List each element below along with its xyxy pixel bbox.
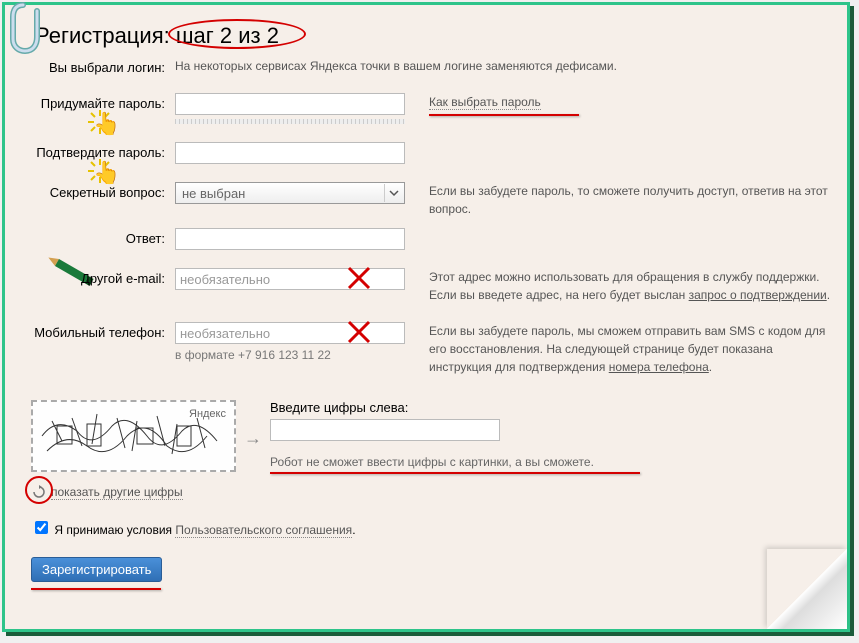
highlight-underline — [429, 114, 579, 116]
arrow-right-icon: → — [244, 428, 262, 449]
secret-note: Если вы забудете пароль, то сможете полу… — [413, 182, 835, 218]
highlight-underline — [31, 588, 161, 590]
answer-input[interactable] — [175, 228, 405, 250]
tos-checkbox[interactable] — [35, 521, 48, 534]
phone-label: Мобильный телефон: — [17, 322, 175, 340]
page-curl-decoration — [767, 549, 847, 629]
secret-label: Секретный вопрос: — [17, 182, 175, 200]
secret-question-select[interactable]: не выбран — [175, 182, 405, 204]
email-input[interactable] — [175, 268, 405, 290]
refresh-icon — [31, 484, 47, 500]
email-label: Другой e-mail: — [17, 268, 175, 286]
email-note: Этот адрес можно использовать для обраще… — [413, 268, 835, 304]
login-note: На некоторых сервисах Яндекса точки в ва… — [175, 57, 835, 75]
captcha-input[interactable] — [270, 419, 500, 441]
password-label: Придумайте пароль: — [17, 93, 175, 111]
confirm-label: Подтвердите пароль: — [17, 142, 175, 160]
captcha-title: Введите цифры слева: — [270, 400, 835, 415]
chevron-down-icon — [384, 184, 402, 202]
phone-confirm-link[interactable]: номера телефона — [609, 360, 709, 374]
page-title: Регистрация: шаг 2 из 2 — [35, 23, 847, 49]
email-confirm-link[interactable]: запрос о подтверждении — [689, 288, 827, 302]
phone-hint: в формате +7 916 123 11 22 — [175, 348, 413, 362]
password-strength-meter — [175, 119, 405, 124]
confirm-input[interactable] — [175, 142, 405, 164]
submit-button[interactable]: Зарегистрировать — [31, 557, 162, 582]
paperclip-icon — [3, 0, 47, 58]
click-burst-icon — [85, 107, 115, 137]
captcha-hint: Робот не сможет ввести цифры с картинки,… — [270, 455, 835, 469]
login-label: Вы выбрали логин: — [17, 57, 175, 75]
answer-label: Ответ: — [17, 228, 175, 246]
password-tip-link[interactable]: Как выбрать пароль — [429, 95, 541, 110]
captcha-image: Яндекс — [31, 400, 236, 472]
phone-input[interactable] — [175, 322, 405, 344]
phone-note: Если вы забудете пароль, мы сможем отпра… — [413, 322, 835, 376]
tos-link[interactable]: Пользовательского соглашения — [175, 523, 352, 538]
tos-text: Я принимаю условия — [54, 523, 175, 537]
highlight-underline — [270, 472, 640, 474]
pointer-hand-icon: 👆 — [93, 111, 120, 137]
captcha-refresh-link[interactable]: показать другие цифры — [51, 485, 183, 500]
password-input[interactable] — [175, 93, 405, 115]
